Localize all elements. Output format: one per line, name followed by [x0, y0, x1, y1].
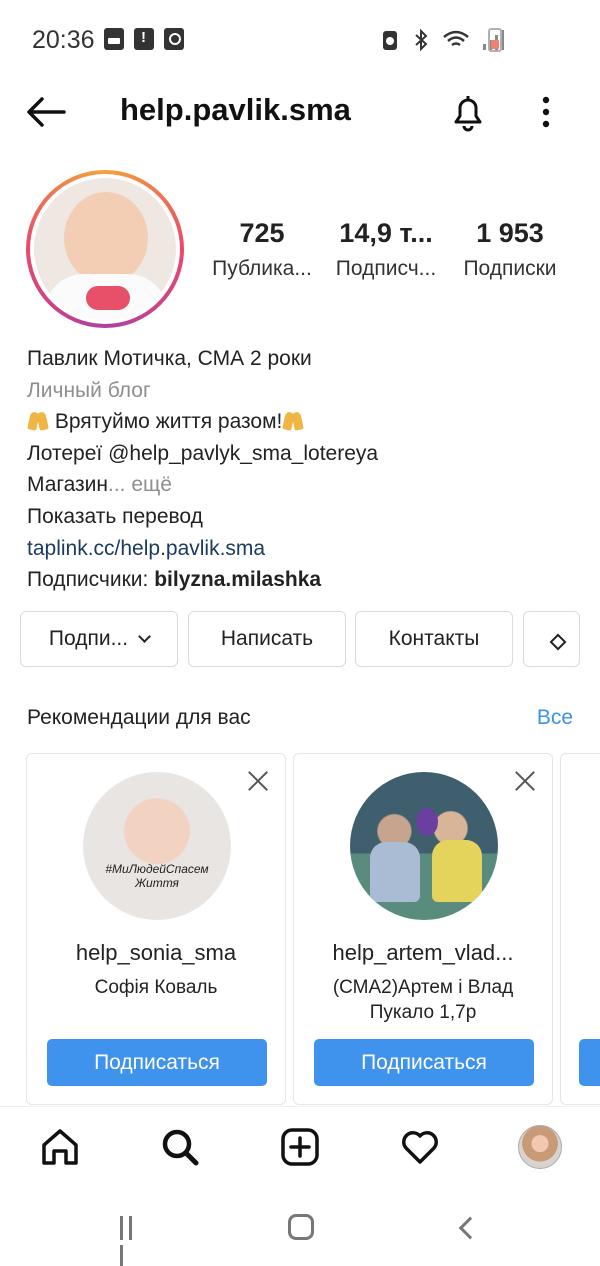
system-navigation-bar: [0, 1190, 600, 1266]
chevron-down-icon: [138, 630, 151, 643]
avatar-child-left: [370, 842, 420, 902]
stat-value: 725: [239, 218, 285, 248]
follow-button-partial[interactable]: [579, 1039, 600, 1086]
stat-label: Публика...: [212, 257, 312, 280]
followed-by-prefix: Подписчики:: [27, 568, 155, 592]
suggestion-card[interactable]: #МиЛюдейСпасем Життя help_sonia_sma Софі…: [26, 753, 286, 1105]
search-icon[interactable]: [158, 1125, 202, 1169]
home-icon[interactable]: [38, 1125, 82, 1169]
bio-full-name: Павлик Мотичка, СМА 2 роки: [27, 347, 312, 370]
followed-by-name: bilyzna.milashka: [154, 568, 322, 592]
praying-hands-icon: [27, 410, 49, 430]
avatar-child-right: [432, 840, 482, 902]
see-all-link[interactable]: Все: [537, 706, 573, 730]
suggestion-card-partial[interactable]: [560, 753, 600, 1105]
bio-line-3: Магазин... ещё: [27, 469, 378, 501]
follow-button[interactable]: Подписаться: [47, 1039, 267, 1086]
plus-square-icon[interactable]: [278, 1125, 322, 1169]
profile-header: help.pavlik.sma: [0, 80, 600, 144]
arrow-left-icon[interactable]: [22, 90, 70, 134]
gallery-notification-icon: [104, 28, 124, 50]
suggestion-full-name: Софія Коваль: [94, 977, 218, 998]
avatar-heart-print: [86, 286, 130, 310]
profile-stats: 725 Публика... 14,9 т... Подписч... 1 95…: [200, 218, 590, 281]
message-button[interactable]: Написать: [188, 611, 346, 667]
bio-category: Личный блог: [27, 378, 151, 402]
show-translation-link[interactable]: Показать перевод: [27, 501, 378, 533]
recommendations-title: Рекомендации для вас: [27, 706, 251, 729]
heart-icon[interactable]: [398, 1125, 442, 1169]
status-time: 20:36: [32, 26, 95, 54]
suggestion-username[interactable]: help_sonia_sma: [27, 940, 285, 966]
avatar-baby-face: [64, 192, 148, 284]
stat-posts[interactable]: 725 Публика...: [200, 218, 324, 281]
stat-label: Подписки: [463, 257, 557, 280]
system-back-icon[interactable]: [458, 1216, 482, 1240]
suggestion-card[interactable]: help_artem_vlad... (СМА2)Артем і Влад Пу…: [293, 753, 553, 1105]
bio-line-1-text: Врятуймо життя разом!: [49, 410, 283, 434]
bottom-navigation: [0, 1106, 600, 1184]
alert-notification-icon: [134, 28, 154, 50]
avatar-frame: [30, 174, 180, 324]
suggestion-avatar[interactable]: #МиЛюдейСпасем Життя: [83, 772, 231, 920]
bio-line-2: Лотереї @help_pavlyk_sma_lotereya: [27, 441, 379, 465]
following-dropdown-button[interactable]: Подпи...: [20, 611, 178, 667]
follow-button[interactable]: Подписаться: [314, 1039, 534, 1086]
profile-avatar[interactable]: [26, 170, 184, 328]
profile-username: help.pavlik.sma: [120, 92, 351, 127]
notification-icons: [104, 28, 184, 50]
stat-label: Подписч...: [335, 257, 437, 280]
close-icon[interactable]: [512, 768, 538, 794]
followed-by[interactable]: Подписчики: bilyzna.milashka: [27, 564, 378, 596]
stat-following[interactable]: 1 953 Подписки: [448, 218, 572, 281]
system-icons: [380, 28, 504, 52]
bluetooth-icon: [415, 28, 428, 52]
bell-icon[interactable]: [446, 90, 490, 134]
recent-apps-icon[interactable]: [120, 1216, 146, 1266]
stat-followers[interactable]: 14,9 т... Подписч...: [324, 218, 448, 281]
wifi-icon: [443, 30, 469, 47]
bio-line-1: Врятуймо життя разом!: [27, 406, 378, 438]
bio-more-link[interactable]: ... ещё: [108, 473, 172, 496]
battery-saver-icon: [383, 31, 397, 50]
suggestion-full-name: (СМА2)Артем і Влад Пукало 1,7р: [332, 977, 514, 1023]
praying-hands-icon: [282, 410, 304, 430]
suggestions-toggle-button[interactable]: [523, 611, 580, 667]
system-home-icon[interactable]: [288, 1214, 314, 1240]
profile-bio: Павлик Мотичка, СМА 2 роки Личный блог В…: [27, 343, 378, 596]
following-label: Подпи...: [48, 627, 129, 650]
avatar-photo: [34, 178, 176, 320]
clock-notification-icon: [164, 28, 184, 50]
suggestion-username[interactable]: help_artem_vlad...: [294, 940, 552, 966]
stat-value: 14,9 т...: [339, 218, 433, 248]
close-icon[interactable]: [245, 768, 271, 794]
profile-tab-avatar[interactable]: [518, 1125, 562, 1169]
chevron-up-icon: [549, 633, 566, 651]
battery-icon: [488, 28, 502, 52]
stat-value: 1 953: [476, 218, 544, 248]
status-bar: 20:36: [0, 0, 600, 80]
contacts-button[interactable]: Контакты: [355, 611, 513, 667]
avatar-hashtag-text: #МиЛюдейСпасем Життя: [105, 862, 209, 890]
more-vertical-icon[interactable]: [530, 90, 562, 134]
bio-website-link[interactable]: taplink.cc/help.pavlik.sma: [27, 533, 378, 565]
bio-line-3-text: Магазин: [27, 473, 109, 497]
suggestion-avatar[interactable]: [350, 772, 498, 920]
avatar-balloon: [416, 808, 438, 836]
